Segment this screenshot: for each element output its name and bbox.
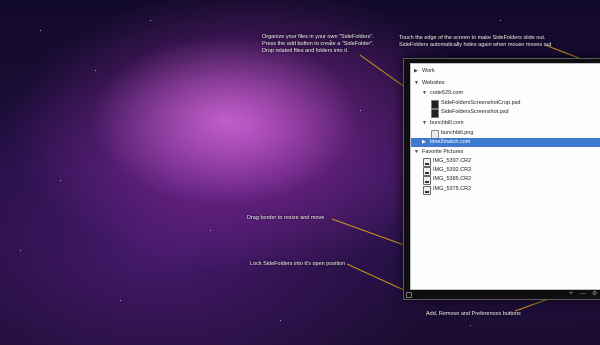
folder-tree[interactable]: ▶ Work ▼ Websites ▼ code529.com SideFoldersScr… <box>410 63 600 290</box>
folder-row[interactable]: ▼ Websites <box>411 79 600 88</box>
file-row[interactable]: SideFoldersScreenshot.psd <box>411 108 600 118</box>
tree-item-label: bunchbill.com <box>430 120 464 126</box>
folder-row[interactable]: ▶ time2match.com <box>411 138 600 147</box>
tree-item-label: Work <box>422 68 435 74</box>
annotation-organize: Organize your files in your own "SideFol… <box>262 34 374 55</box>
annotation-line: Drop related files and folders into it. <box>262 48 349 54</box>
tree-item-label: SideFoldersScreenshotCrop.psd <box>441 100 521 106</box>
annotation-drag-border: Drag border to resize and move <box>247 215 325 221</box>
folder-row[interactable]: ▼ bunchbill.com <box>411 119 600 128</box>
file-row[interactable]: IMG_5385.CR2 <box>411 175 600 185</box>
tree-item-label: IMG_5385.CR2 <box>433 176 472 182</box>
tree-item-label: SideFoldersScreenshot.psd <box>441 109 509 115</box>
disclosure-collapsed-icon[interactable]: ▶ <box>414 67 418 76</box>
annotation-line: Organize your files in your own "SideFol… <box>262 34 374 40</box>
tree-item-label: IMG_5397.CR2 <box>433 158 472 164</box>
file-row[interactable]: SideFoldersScreenshotCrop.psd <box>411 99 600 109</box>
annotation-lock: Lock SideFolders into it's open position <box>250 261 346 267</box>
leader-drag-border <box>331 218 405 246</box>
psd-file-icon <box>431 109 439 118</box>
cr2-file-icon <box>423 176 431 185</box>
tree-item-label: Favorite Pictures <box>422 149 464 155</box>
file-row[interactable]: IMG_5392.CR2 <box>411 166 600 176</box>
annotation-touch-edge: Touch the edge of the screen to make Sid… <box>399 35 551 49</box>
file-row[interactable]: bunchbill.png <box>411 129 600 139</box>
file-row[interactable]: IMG_5375.CR2 <box>411 185 600 195</box>
annotation-line: Press the add button to create a "SideFo… <box>262 41 374 47</box>
tree-item-label: IMG_5375.CR2 <box>433 186 472 192</box>
folder-row[interactable]: ▼ code529.com <box>411 89 600 98</box>
leader-lock <box>346 263 407 292</box>
tree-item-label: code529.com <box>430 90 464 96</box>
tree-item-label: Websites <box>422 80 445 86</box>
tree-item-label: time2match.com <box>430 139 471 145</box>
annotation-buttons: Add, Remove and Preferences buttons <box>426 311 521 317</box>
add-button[interactable]: + <box>569 289 573 299</box>
sidefolders-panel[interactable]: ▶ Work ▼ Websites ▼ code529.com SideFoldersScr… <box>403 58 600 300</box>
tree-item-label: IMG_5392.CR2 <box>433 167 472 173</box>
disclosure-collapsed-icon[interactable]: ▶ <box>422 138 426 147</box>
file-row[interactable]: IMG_5397.CR2 <box>411 157 600 167</box>
disclosure-expanded-icon[interactable]: ▼ <box>414 148 419 157</box>
lock-icon[interactable] <box>406 292 412 298</box>
tree-item-label: bunchbill.png <box>441 130 474 136</box>
disclosure-expanded-icon[interactable]: ▼ <box>422 119 427 128</box>
annotation-line: SideFolders automatically hides again wh… <box>399 42 552 48</box>
cr2-file-icon <box>423 186 431 195</box>
panel-bottom-bar: + — ⚙ <box>404 289 600 299</box>
folder-row[interactable]: ▼ Favorite Pictures <box>411 148 600 157</box>
remove-button[interactable]: — <box>580 289 586 299</box>
folder-row[interactable]: ▶ Work <box>411 67 600 76</box>
disclosure-expanded-icon[interactable]: ▼ <box>422 89 427 98</box>
preferences-icon[interactable]: ⚙ <box>592 289 597 299</box>
disclosure-expanded-icon[interactable]: ▼ <box>414 79 419 88</box>
annotation-line: Touch the edge of the screen to make Sid… <box>399 35 546 41</box>
